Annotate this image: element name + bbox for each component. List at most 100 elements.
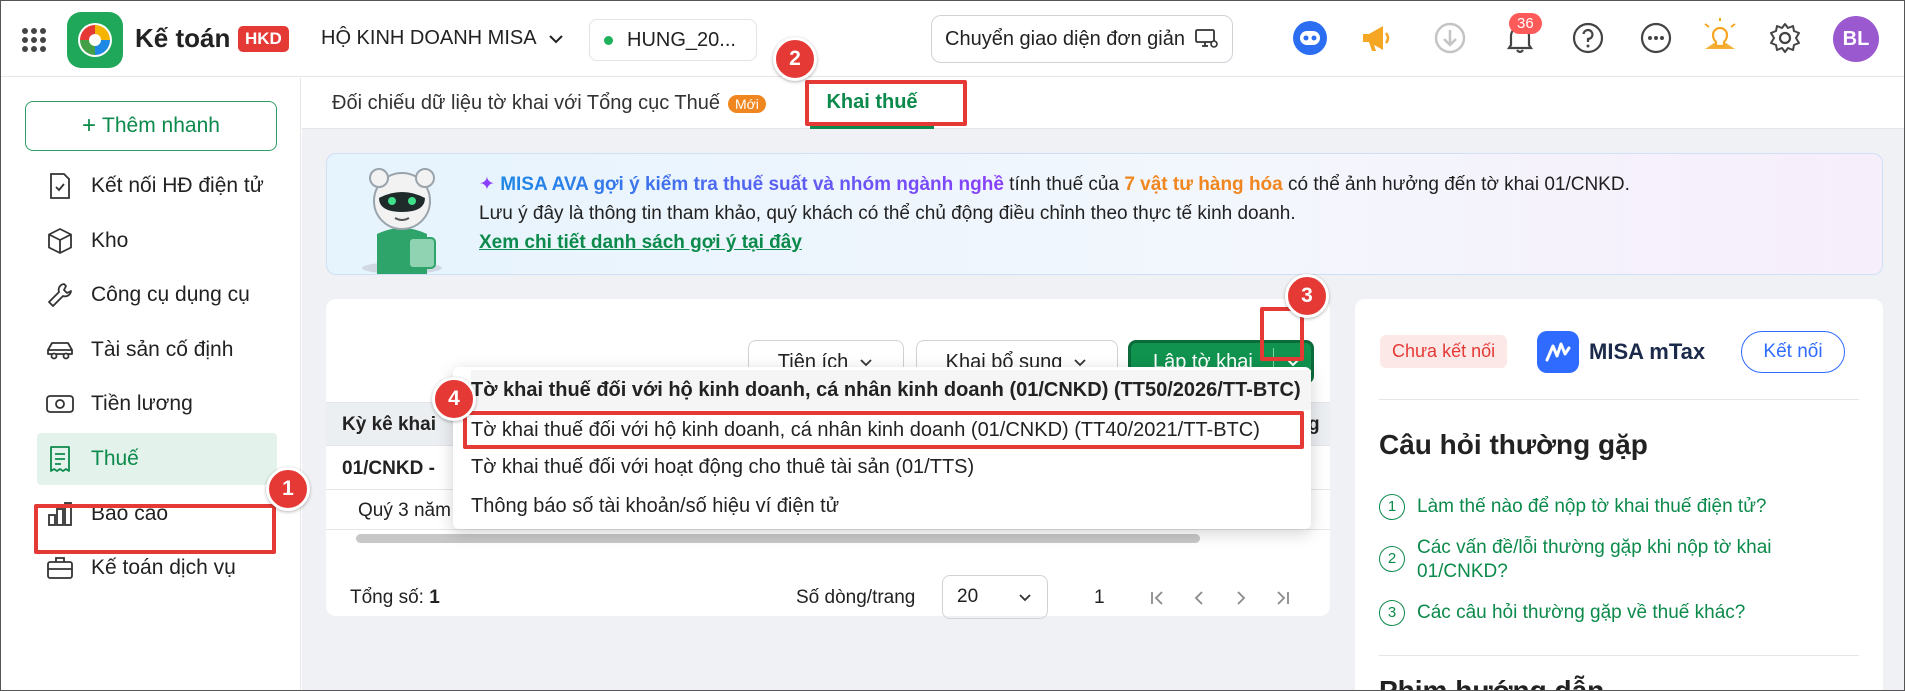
sidebar-item-label: Tài sản cố định bbox=[91, 338, 234, 361]
step-marker-1: 1 bbox=[266, 467, 310, 511]
company-name: HỘ KINH DOANH MISA bbox=[321, 27, 537, 49]
sparkle-icon: ✦ bbox=[479, 174, 495, 195]
faq-number: 1 bbox=[1379, 494, 1405, 520]
app-frame: Kế toán HKD HỘ KINH DOANH MISA HUNG_20..… bbox=[0, 0, 1905, 691]
briefcase-icon bbox=[45, 553, 75, 583]
faq-item-3[interactable]: 3 Các câu hỏi thường gặp về thuế khác? bbox=[1379, 600, 1839, 626]
rows-per-page-select[interactable]: 20 bbox=[942, 575, 1048, 619]
faq-title: Câu hỏi thường gặp bbox=[1379, 429, 1648, 460]
first-page-icon[interactable] bbox=[1148, 589, 1166, 607]
menu-item-label: Thông báo số tài khoản/số hiệu ví điện t… bbox=[471, 494, 840, 517]
download-icon[interactable] bbox=[1433, 21, 1467, 55]
lightbulb-icon[interactable] bbox=[1701, 17, 1739, 55]
ava-suggestion-title: MISA AVA gợi ý kiểm tra thuế suất và nhó… bbox=[500, 174, 1004, 195]
step-marker-2: 2 bbox=[773, 37, 817, 81]
sidebar-item-label: Tiền lương bbox=[91, 392, 193, 415]
app-grid-icon[interactable] bbox=[21, 27, 47, 53]
monitor-settings-icon bbox=[1195, 28, 1219, 50]
panel-divider bbox=[1379, 655, 1859, 656]
database-name: HUNG_20... bbox=[627, 28, 736, 51]
menu-item-01cnkd-tt50[interactable]: Tờ khai thuế đối với hộ kinh doanh, cá n… bbox=[471, 370, 1311, 410]
more-options-icon[interactable] bbox=[1639, 21, 1673, 55]
faq-text: Các câu hỏi thường gặp về thuế khác? bbox=[1417, 602, 1746, 623]
tab-strip: Đối chiếu dữ liệu tờ khai với Tổng cục T… bbox=[302, 78, 1904, 129]
ava-mascot-image bbox=[347, 156, 457, 274]
ava-item-count: 7 vật tư hàng hóa bbox=[1124, 174, 1283, 195]
menu-item-label: Tờ khai thuế đối với hộ kinh doanh, cá n… bbox=[471, 378, 1301, 401]
horizontal-scrollbar[interactable] bbox=[356, 534, 1200, 543]
tab-reconcile-label: Đối chiếu dữ liệu tờ khai với Tổng cục T… bbox=[332, 92, 720, 114]
sidebar-item-einvoice[interactable]: Kết nối HĐ điện tử bbox=[37, 160, 277, 212]
row-quarter: Quý 3 năm bbox=[358, 500, 451, 521]
online-status-icon bbox=[604, 35, 613, 45]
gear-icon[interactable] bbox=[1768, 21, 1802, 55]
simple-ui-button[interactable]: Chuyển giao diện đơn giản bbox=[931, 15, 1233, 63]
row-group-label: 01/CNKD - bbox=[342, 458, 435, 479]
video-guide-title: Phim hướng dẫn bbox=[1379, 675, 1605, 691]
mtax-brand: MISA mTax bbox=[1537, 331, 1705, 373]
database-selector[interactable]: HUNG_20... bbox=[589, 19, 757, 61]
total-count: Tổng số: 1 bbox=[350, 587, 440, 609]
app-badge: HKD bbox=[238, 26, 289, 52]
sidebar-item-label: Công cụ dụng cụ bbox=[91, 283, 250, 306]
menu-item-label: Tờ khai thuế đối với hộ kinh doanh, cá n… bbox=[471, 418, 1260, 441]
car-icon bbox=[45, 335, 75, 365]
menu-item-label: Tờ khai thuế đối với hoạt động cho thuê … bbox=[471, 455, 975, 478]
sidebar-item-reports[interactable]: Báo cáo bbox=[37, 488, 277, 540]
sidebar-item-fixed-assets[interactable]: Tài sản cố định bbox=[37, 324, 277, 376]
notification-count-badge: 36 bbox=[1509, 13, 1542, 34]
app-title: Kế toán bbox=[135, 23, 231, 53]
menu-item-01tts[interactable]: Tờ khai thuế đối với hoạt động cho thuê … bbox=[471, 447, 1311, 487]
step-marker-4: 4 bbox=[432, 377, 476, 421]
sidebar-item-label: Thuế bbox=[91, 447, 139, 470]
rows-per-page-label: Số dòng/trang bbox=[796, 587, 916, 608]
column-header-period: Kỳ kê khai bbox=[342, 414, 436, 435]
company-selector[interactable]: HỘ KINH DOANH MISA bbox=[321, 27, 565, 50]
prev-page-icon[interactable] bbox=[1190, 589, 1208, 607]
sidebar-item-payroll[interactable]: Tiền lương bbox=[37, 378, 277, 430]
simple-ui-label: Chuyển giao diện đơn giản bbox=[945, 27, 1185, 50]
faq-number: 3 bbox=[1379, 600, 1405, 626]
connect-button[interactable]: Kết nối bbox=[1741, 331, 1845, 373]
faq-item-1[interactable]: 1 Làm thế nào để nộp tờ khai thuế điện t… bbox=[1379, 494, 1839, 520]
sidebar-item-tax[interactable]: Thuế bbox=[37, 433, 277, 485]
sidebar-item-label: Kế toán dịch vụ bbox=[91, 556, 236, 579]
total-value: 1 bbox=[429, 587, 440, 608]
help-icon[interactable] bbox=[1571, 21, 1605, 55]
quick-add-label: Thêm nhanh bbox=[102, 114, 220, 137]
sidebar-item-warehouse[interactable]: Kho bbox=[37, 215, 277, 267]
avatar[interactable]: BL bbox=[1833, 16, 1879, 62]
next-page-icon[interactable] bbox=[1232, 589, 1250, 607]
chevron-down-icon bbox=[547, 30, 565, 48]
menu-item-01cnkd-tt40[interactable]: Tờ khai thuế đối với hộ kinh doanh, cá n… bbox=[471, 410, 1311, 450]
ava-banner-line2: Lưu ý đây là thông tin tham khảo, quý kh… bbox=[479, 203, 1296, 224]
sidebar-item-accounting-services[interactable]: Kế toán dịch vụ bbox=[37, 542, 277, 594]
box-icon bbox=[45, 226, 75, 256]
bar-chart-icon bbox=[45, 499, 75, 529]
sidebar-item-label: Báo cáo bbox=[91, 502, 169, 525]
faq-number: 2 bbox=[1379, 546, 1405, 572]
total-label: Tổng số: bbox=[350, 587, 424, 608]
rows-per-page-value: 20 bbox=[957, 586, 979, 607]
plus-icon: + bbox=[82, 112, 97, 139]
last-page-icon[interactable] bbox=[1274, 589, 1292, 607]
tab-tax-declaration[interactable]: Khai thuế bbox=[810, 78, 934, 129]
sidebar-item-tools[interactable]: Công cụ dụng cụ bbox=[37, 269, 277, 321]
money-icon bbox=[45, 389, 75, 419]
menu-item-account-notice[interactable]: Thông báo số tài khoản/số hiệu ví điện t… bbox=[471, 486, 1311, 526]
ava-banner-line1: ✦ MISA AVA gợi ý kiểm tra thuế suất và n… bbox=[479, 172, 1630, 198]
tab-tax-declaration-label: Khai thuế bbox=[826, 90, 918, 113]
ava-text-mid: tính thuế của bbox=[1003, 174, 1125, 195]
quick-add-button[interactable]: + Thêm nhanh bbox=[25, 101, 277, 151]
chevron-down-icon bbox=[1017, 589, 1033, 605]
mtax-logo-icon bbox=[1537, 331, 1579, 373]
faq-text: Các vấn đề/lỗi thường gặp khi nộp tờ kha… bbox=[1417, 537, 1772, 582]
megaphone-icon[interactable] bbox=[1359, 21, 1393, 55]
ava-details-link[interactable]: Xem chi tiết danh sách gợi ý tại đây bbox=[479, 230, 802, 256]
ava-text-end: có thể ảnh hưởng đến tờ khai 01/CNKD. bbox=[1282, 174, 1630, 195]
tab-reconcile[interactable]: Đối chiếu dữ liệu tờ khai với Tổng cục T… bbox=[332, 92, 766, 115]
invoice-link-icon bbox=[45, 171, 75, 201]
ai-assistant-icon[interactable] bbox=[1293, 21, 1327, 55]
step-marker-3: 3 bbox=[1285, 274, 1329, 318]
faq-item-2[interactable]: 2 Các vấn đề/lỗi thường gặp khi nộp tờ k… bbox=[1379, 536, 1839, 584]
